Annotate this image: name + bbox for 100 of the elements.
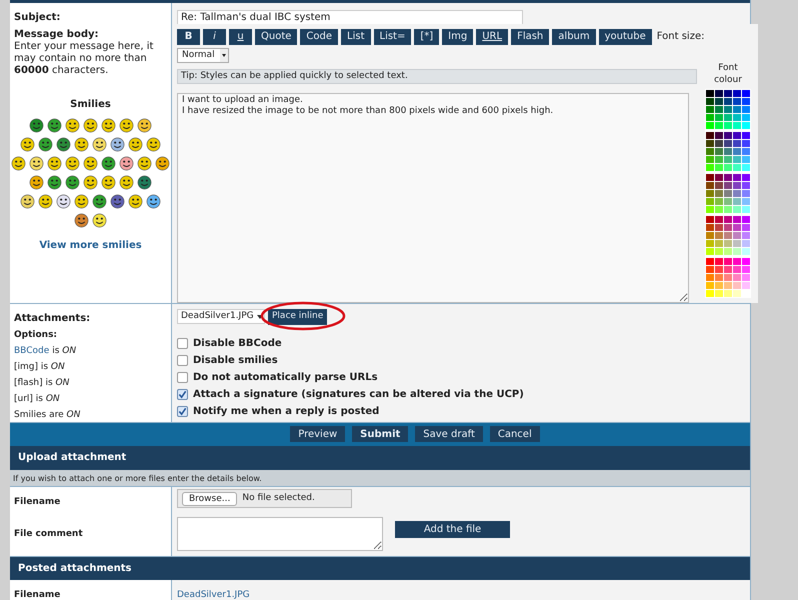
smiley-icon[interactable]	[29, 118, 44, 133]
colour-palette[interactable]	[705, 88, 751, 298]
browse-button[interactable]: Browse...	[182, 492, 238, 506]
format-button[interactable]: Code	[300, 28, 338, 45]
smiley-icon[interactable]	[101, 118, 116, 133]
field-description: Enter your message here, it may contain no more than 60000 characters.	[14, 40, 154, 77]
font-size-select[interactable]: Normal	[177, 48, 229, 63]
section-header: Upload attachment	[10, 446, 750, 470]
format-button[interactable]: List	[341, 28, 370, 45]
smiley-icon[interactable]	[110, 136, 125, 152]
checkbox[interactable]	[177, 355, 188, 366]
subject-field[interactable]: Re: Tallman's dual IBC system	[177, 10, 523, 25]
smiley-icon[interactable]	[146, 194, 161, 209]
font-colour-label: Font colour	[713, 62, 743, 86]
format-button[interactable]: List=	[374, 28, 412, 45]
format-button[interactable]: Flash	[511, 28, 550, 45]
field-label: File comment	[14, 529, 83, 539]
attachment-select[interactable]: DeadSilver1.JPG	[177, 309, 265, 324]
action-button[interactable]: Cancel	[490, 426, 540, 442]
option-status: Smilies are ON	[14, 408, 80, 421]
smiley-icon[interactable]	[56, 136, 71, 152]
file-input[interactable]: Browse... No file selected.	[177, 489, 352, 508]
field-label: Subject:	[14, 12, 60, 23]
smiley-icon[interactable]	[128, 136, 143, 152]
smiley-icon[interactable]	[47, 118, 62, 133]
smiley-icon[interactable]	[101, 156, 116, 171]
smiley-icon[interactable]	[74, 194, 89, 209]
view-more-smilies-link[interactable]: View more smilies	[39, 238, 142, 253]
format-button[interactable]: B	[177, 28, 200, 45]
smiley-icon[interactable]	[65, 174, 80, 190]
file-comment-field[interactable]	[177, 517, 383, 551]
smiley-icon[interactable]	[101, 174, 116, 190]
add-file-button[interactable]: Add the file	[395, 521, 510, 538]
action-button[interactable]: Save draft	[415, 426, 483, 442]
action-button[interactable]: Preview	[290, 426, 346, 442]
field-label: Message body:	[14, 28, 100, 41]
format-button[interactable]: u	[229, 28, 252, 45]
file-status: No file selected.	[242, 492, 315, 505]
smiley-icon[interactable]	[20, 194, 35, 209]
smiley-icon[interactable]	[47, 174, 62, 190]
smiley-icon[interactable]	[65, 156, 80, 171]
smiley-icon[interactable]	[74, 136, 89, 152]
smiley-icon[interactable]	[83, 156, 98, 171]
checkbox-label: Notify me when a reply is posted	[193, 406, 380, 418]
smiley-icon[interactable]	[20, 136, 35, 152]
dropdown-arrow-icon	[256, 312, 264, 321]
format-button[interactable]: [*]	[414, 28, 440, 45]
smiley-icon[interactable]	[146, 136, 161, 152]
action-button[interactable]: Submit	[352, 426, 408, 442]
format-button[interactable]: youtube	[598, 28, 652, 45]
section-header: Posted attachments	[10, 557, 750, 580]
checkbox-label: Do not automatically parse URLs	[193, 372, 378, 384]
checkbox[interactable]	[177, 406, 188, 418]
smiley-icon[interactable]	[47, 156, 62, 171]
smiley-icon[interactable]	[119, 156, 134, 171]
smiley-icon[interactable]	[119, 174, 134, 190]
place-inline-button[interactable]: Place inline	[268, 308, 328, 325]
message-textarea[interactable]: I want to upload an image. I have resized the image to be not more than 800 pixels wide and 600 pixels high.	[177, 92, 689, 303]
smiley-icon[interactable]	[38, 136, 53, 152]
format-button[interactable]: album	[552, 28, 596, 45]
format-button[interactable]: URL	[476, 28, 508, 45]
format-button[interactable]: Img	[442, 28, 474, 45]
checkbox[interactable]	[177, 389, 188, 400]
font-size-label: Font size:	[656, 30, 704, 44]
option-status: is ON	[52, 344, 76, 357]
smilies-heading: Smilies	[69, 98, 112, 112]
smiley-icon[interactable]	[92, 212, 107, 228]
option-status: [url] is ON	[14, 392, 60, 405]
option-status: [flash] is ON	[14, 376, 70, 389]
smiley-icon[interactable]	[65, 118, 80, 133]
tip-bar: Tip: Styles can be applied quickly to selected text.	[177, 68, 697, 84]
smiley-icon[interactable]	[56, 194, 71, 209]
smiley-icon[interactable]	[11, 156, 26, 171]
smiley-icon[interactable]	[155, 156, 170, 171]
smiley-icon[interactable]	[92, 194, 107, 209]
checkbox[interactable]	[177, 372, 188, 384]
field-label: Options:	[14, 330, 58, 341]
smiley-icon[interactable]	[38, 194, 53, 209]
format-button[interactable]: i	[203, 28, 226, 45]
smiley-icon[interactable]	[29, 174, 44, 190]
info-text: If you wish to attach one or more files enter the details below.	[10, 470, 750, 487]
field-label: Filename	[14, 497, 60, 507]
smiley-icon[interactable]	[119, 118, 134, 133]
smiley-icon[interactable]	[29, 156, 44, 171]
attachment-link[interactable]: DeadSilver1.JPG	[177, 590, 250, 600]
format-button[interactable]: Quote	[255, 28, 298, 45]
smiley-icon[interactable]	[83, 118, 98, 133]
smiley-icon[interactable]	[137, 174, 152, 190]
checkbox[interactable]	[177, 338, 188, 350]
smiley-icon[interactable]	[110, 194, 125, 209]
checkbox-label: Disable BBCode	[193, 338, 282, 350]
smiley-icon[interactable]	[137, 118, 152, 133]
smiley-icon[interactable]	[74, 212, 89, 228]
smiley-icon[interactable]	[92, 136, 107, 152]
smiley-icon[interactable]	[128, 194, 143, 209]
bbcode-link[interactable]: BBCode	[14, 344, 50, 357]
smiley-icon[interactable]	[137, 156, 152, 171]
field-label: Attachments:	[14, 312, 90, 324]
checkbox-label: Attach a signature (signatures can be altered via the UCP)	[193, 388, 524, 401]
smiley-icon[interactable]	[83, 174, 98, 190]
